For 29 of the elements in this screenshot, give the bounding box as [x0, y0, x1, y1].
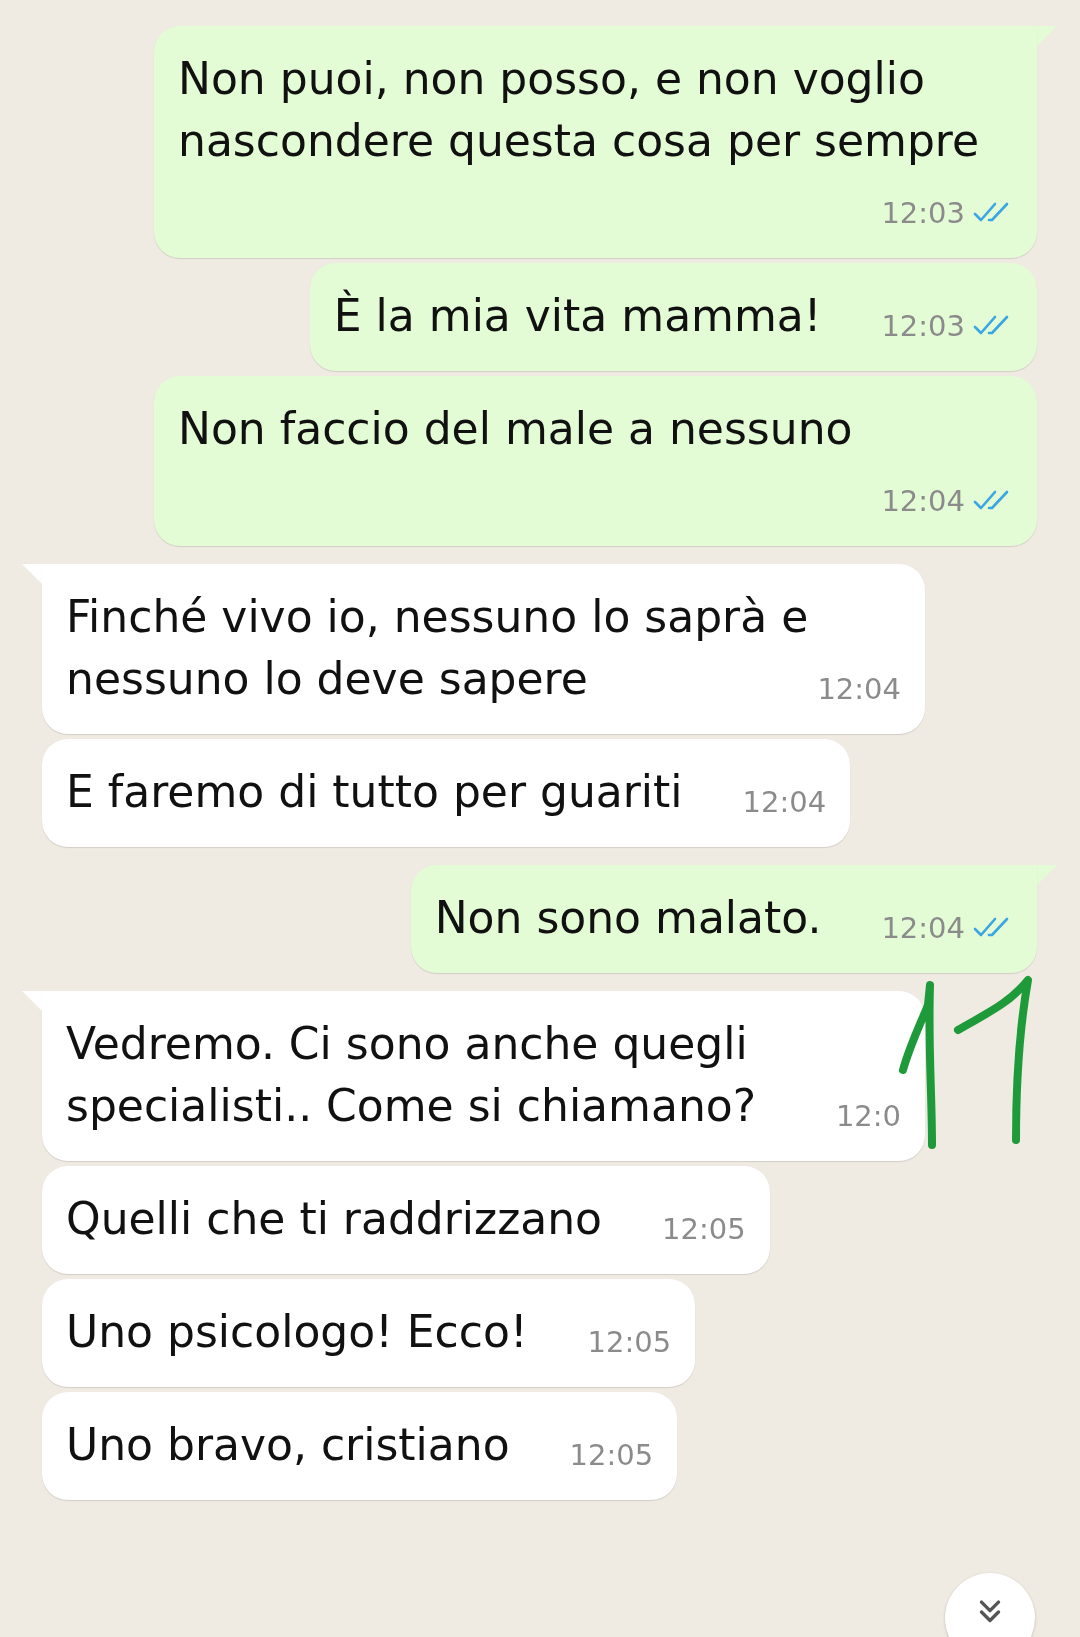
message-bubble[interactable]: Finché vivo io, nessuno lo saprà e nessuno lo deve sapere 12:04 [42, 564, 925, 734]
message-time: 12:05 [569, 1437, 654, 1474]
message-time: 12:0 [835, 1098, 901, 1135]
message-text: Uno psicologo! Ecco! 12:05 [66, 1301, 672, 1363]
message-text: Finché vivo io, nessuno lo saprà e nessuno lo deve sapere 12:04 [66, 586, 901, 710]
message-bubble[interactable]: Quelli che ti raddrizzano 12:05 [42, 1166, 770, 1274]
message-bubble[interactable]: Uno psicologo! Ecco! 12:05 [42, 1279, 696, 1387]
message-bubble[interactable]: E faremo di tutto per guariti 12:04 [42, 739, 851, 847]
message-text: E faremo di tutto per guariti 12:04 [66, 761, 827, 823]
message-time: 12:05 [662, 1211, 746, 1248]
message-time: 12:04 [881, 910, 965, 947]
message-bubble[interactable]: Non puoi, non posso, e non voglio nascondere questa cosa per sempre 12:03 [154, 26, 1037, 258]
message-text: Quelli che ti raddrizzano 12:05 [66, 1188, 746, 1250]
message-text: È la mia vita mamma! 12:03 [333, 285, 1013, 347]
message-bubble[interactable]: Uno bravo, cristiano 12:05 [42, 1392, 678, 1500]
message-bubble[interactable]: Non faccio del male a nessuno 12:04 [154, 376, 1037, 546]
message-time: 12:03 [881, 195, 965, 232]
message-time: 12:04 [742, 784, 827, 821]
message-time: 12:04 [817, 671, 901, 708]
scroll-down-button[interactable] [945, 1573, 1035, 1637]
message-bubble[interactable]: Vedremo. Ci sono anche quegli specialisti.. Come si chiamano? 12:0 [42, 991, 925, 1161]
message-time: 12:04 [881, 483, 965, 520]
message-text: Vedremo. Ci sono anche quegli specialisti.. Come si chiamano? 12:0 [66, 1013, 901, 1137]
message-bubble[interactable]: È la mia vita mamma! 12:03 [309, 263, 1037, 371]
message-text: Uno bravo, cristiano 12:05 [66, 1414, 654, 1476]
message-text: Non sono malato. 12:04 [434, 887, 1013, 949]
message-bubble[interactable]: Non sono malato. 12:04 [410, 865, 1037, 973]
message-time: 12:03 [881, 308, 965, 345]
message-time: 12:05 [587, 1324, 672, 1361]
